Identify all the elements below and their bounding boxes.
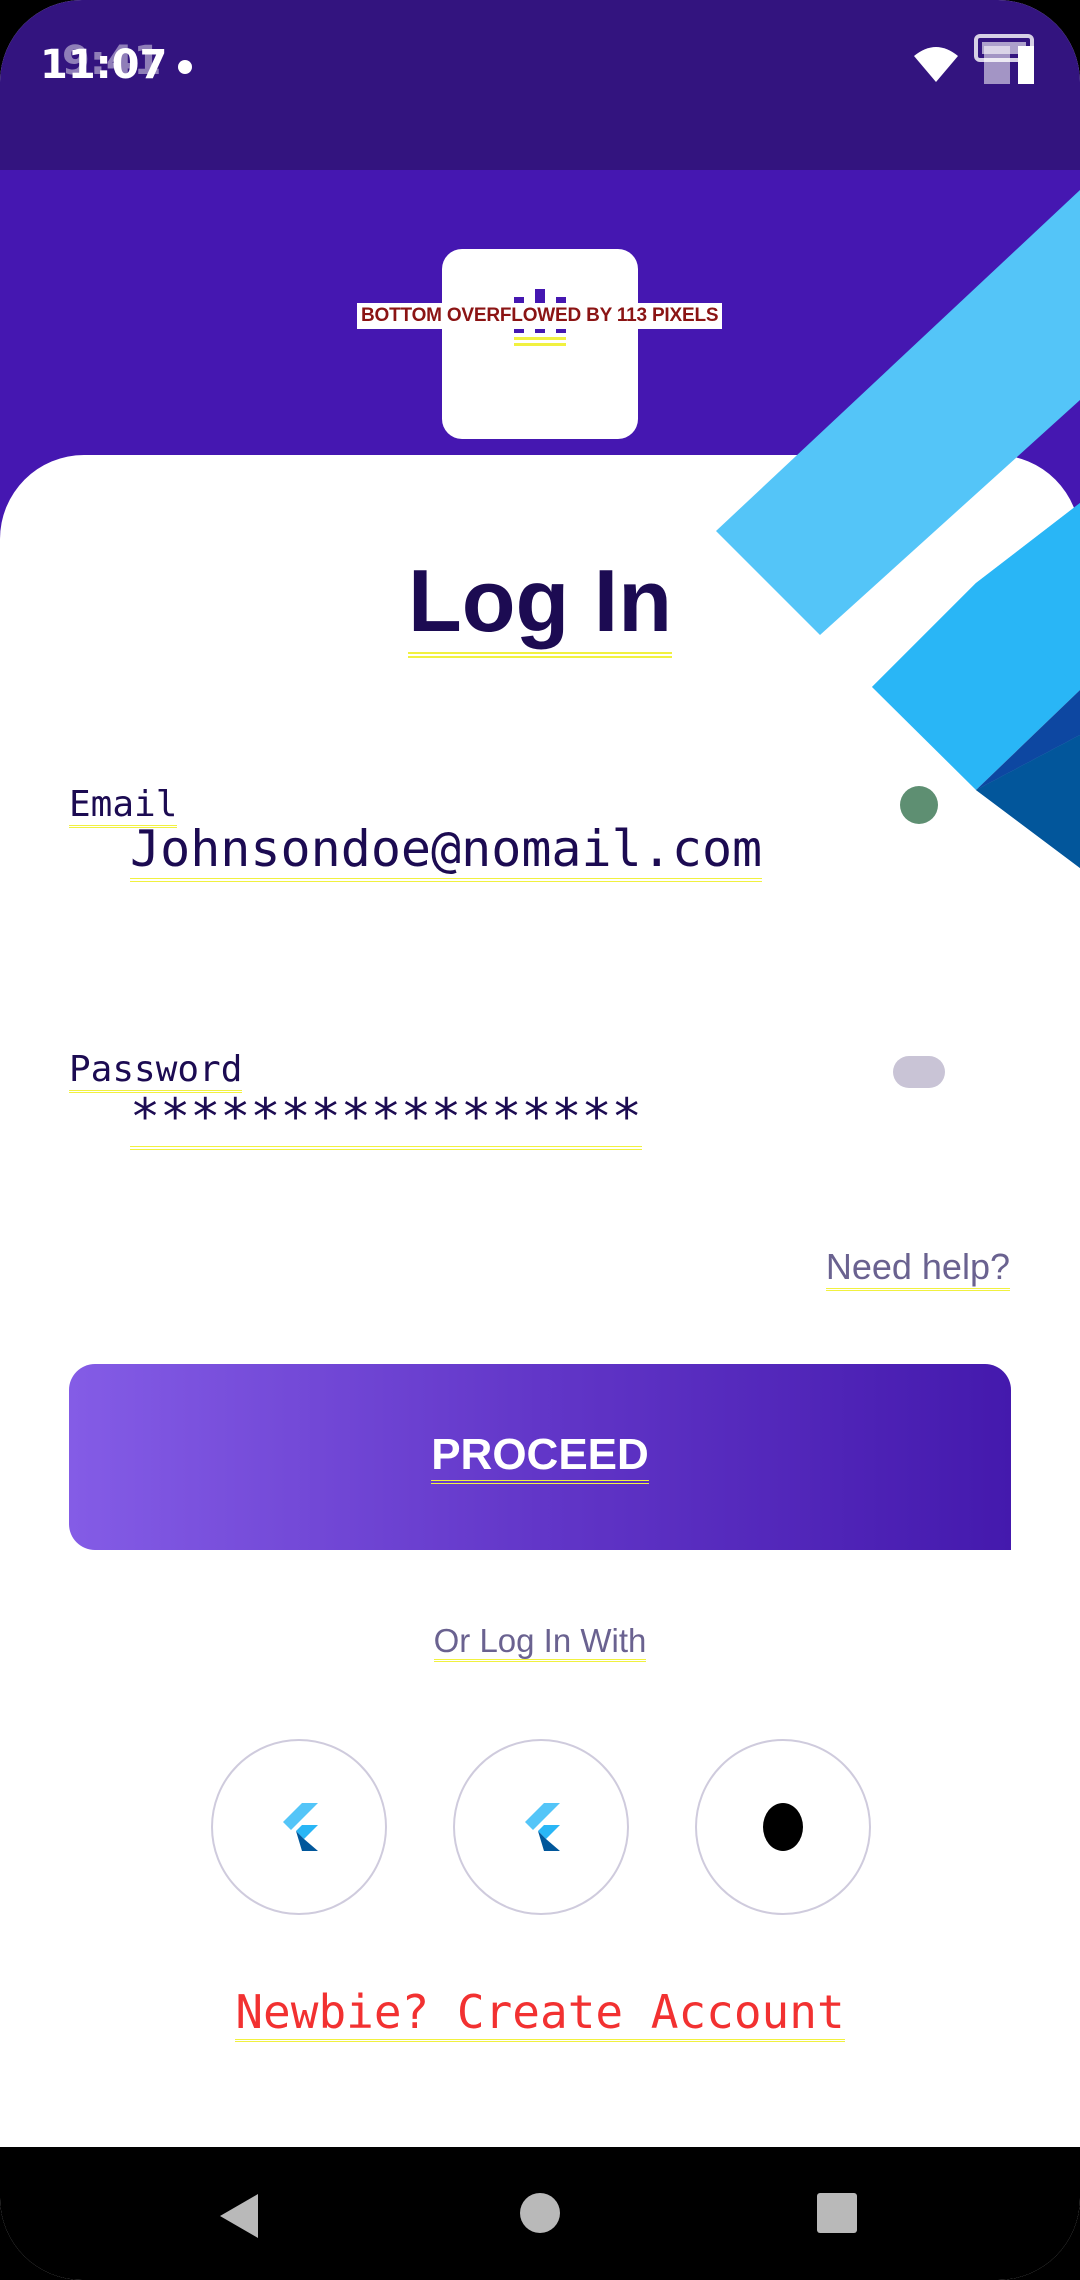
proceed-button[interactable]: PROCEED: [69, 1364, 1011, 1550]
black-circle-icon: [763, 1803, 803, 1851]
need-help-link[interactable]: Need help?: [825, 1246, 1010, 1291]
phone-screen: 9:41 11:07 BOTTOM OVERFLOWED BY 113 PIXE…: [0, 0, 1080, 2280]
flutter-icon: [283, 1803, 318, 1851]
social-login-button-1[interactable]: [211, 1739, 387, 1915]
page-title: Log In: [0, 550, 1080, 658]
social-login-button-3[interactable]: [695, 1739, 871, 1915]
alt-login-label: Or Log In With: [433, 1622, 647, 1662]
password-visibility-toggle[interactable]: [893, 1056, 945, 1088]
proceed-button-label: PROCEED: [431, 1430, 649, 1484]
social-login-button-2[interactable]: [453, 1739, 629, 1915]
flutter-decoration: [716, 190, 1080, 868]
email-field[interactable]: Johnsondoe@nomail.com: [130, 820, 763, 882]
recents-icon[interactable]: [817, 2193, 857, 2233]
page-title-text: Log In: [408, 551, 672, 658]
create-account-label: Newbie? Create Account: [235, 1985, 845, 2042]
email-status-dot-icon: [900, 786, 938, 824]
create-account-link[interactable]: Newbie? Create Account: [0, 1985, 1080, 2042]
alt-login-text: Or Log In With: [0, 1622, 1080, 1662]
password-label: Password: [69, 1049, 243, 1093]
password-field[interactable]: *****************: [130, 1088, 642, 1150]
home-icon[interactable]: [520, 2193, 560, 2233]
flutter-icon: [525, 1803, 560, 1851]
back-icon[interactable]: [218, 2192, 260, 2240]
